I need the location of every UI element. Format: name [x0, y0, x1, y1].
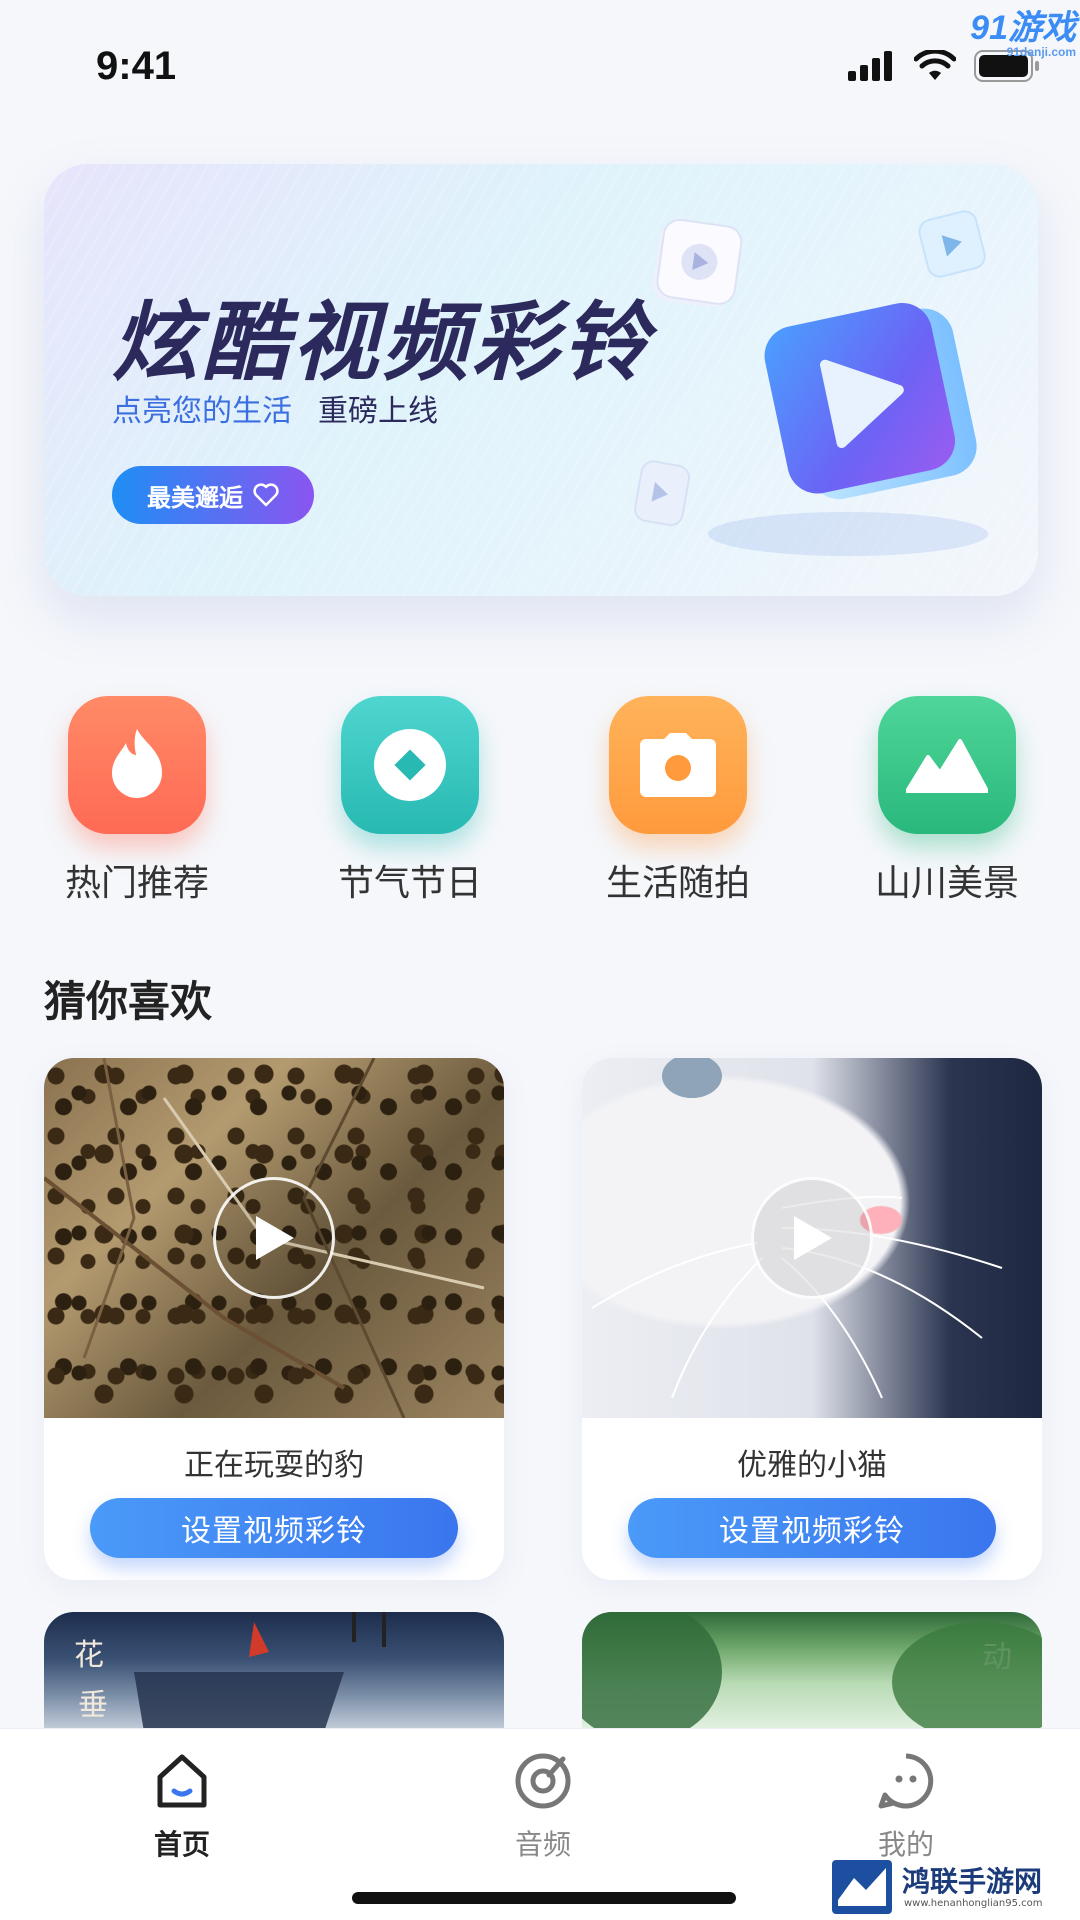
- cellular-signal-icon: [848, 51, 892, 81]
- play-button[interactable]: [213, 1177, 335, 1299]
- tab-audio[interactable]: 音频: [463, 1749, 623, 1863]
- play-button[interactable]: [751, 1177, 873, 1299]
- video-thumbnail[interactable]: [44, 1058, 504, 1418]
- tab-mine[interactable]: 我的: [826, 1749, 986, 1863]
- category-label: 生活随拍: [605, 863, 750, 904]
- video-card-partial[interactable]: 动: [582, 1612, 1042, 1732]
- video-card[interactable]: 正在玩耍的豹 设置视频彩铃: [44, 1058, 504, 1580]
- watermark-top-brand: 91游戏: [970, 9, 1076, 47]
- category-festival[interactable]: 节气节日: [310, 696, 510, 906]
- video-thumbnail[interactable]: [582, 1058, 1042, 1418]
- video-title: 优雅的小猫: [737, 1448, 887, 1483]
- category-label: 热门推荐: [64, 863, 209, 904]
- banner-button[interactable]: 最美邂逅: [112, 466, 314, 524]
- tab-home[interactable]: 首页: [102, 1749, 262, 1863]
- banner-button-label: 最美邂逅: [147, 483, 243, 512]
- tab-label: 音频: [514, 1828, 571, 1861]
- set-ringtone-button[interactable]: 设置视频彩铃: [90, 1498, 458, 1558]
- banner-subtitle: 点亮您的生活 重磅上线: [112, 386, 438, 430]
- wifi-icon: [914, 50, 956, 80]
- audio-icon: [511, 1749, 575, 1813]
- profile-icon: [874, 1749, 938, 1813]
- video-card[interactable]: 优雅的小猫 设置视频彩铃: [582, 1058, 1042, 1580]
- watermark-top-url: 91danji.com: [1006, 45, 1076, 59]
- camera-icon: [609, 696, 747, 834]
- category-label: 山川美景: [874, 863, 1019, 904]
- heart-icon: [253, 483, 279, 507]
- diamond-icon: [341, 696, 479, 834]
- watermark-bottom-brand: 鸿联手游网: [902, 1865, 1043, 1898]
- category-life[interactable]: 生活随拍: [578, 696, 778, 906]
- play-icon: [256, 1216, 294, 1260]
- banner-title: 炫酷视频彩铃: [112, 293, 652, 393]
- flame-icon: [68, 696, 206, 834]
- tab-label: 首页: [153, 1828, 210, 1861]
- status-time: 9:41: [96, 44, 177, 88]
- banner-subtitle-a: 点亮您的生活: [112, 394, 292, 429]
- forest-decoration: [582, 1612, 1042, 1732]
- watermark-bottom-url: www.henanhonglian95.com: [904, 1898, 1043, 1909]
- category-scenery[interactable]: 山川美景: [847, 696, 1047, 906]
- watermark-bottom: 鸿联手游网 www.henanhonglian95.com: [832, 1860, 1072, 1914]
- home-indicator: [352, 1892, 736, 1904]
- ink-painting-decoration: [134, 1612, 386, 1732]
- tab-label: 我的: [877, 1828, 934, 1861]
- video-card-partial[interactable]: 花 垂: [44, 1612, 504, 1732]
- set-ringtone-button[interactable]: 设置视频彩铃: [628, 1498, 996, 1558]
- category-label: 节气节日: [337, 863, 482, 904]
- home-icon: [150, 1749, 214, 1813]
- video-title: 正在玩耍的豹: [184, 1448, 364, 1483]
- video-play-illustration: [634, 210, 988, 556]
- category-hot[interactable]: 热门推荐: [37, 696, 237, 906]
- banner-subtitle-b: 重磅上线: [318, 394, 438, 429]
- mountain-icon: [878, 696, 1016, 834]
- promo-banner[interactable]: 炫酷视频彩铃 点亮您的生活 重磅上线 最美邂逅: [44, 164, 1038, 596]
- watermark-logo-icon: [832, 1860, 892, 1914]
- play-icon: [794, 1216, 832, 1260]
- watermark-top: 91游戏 91danji.com: [970, 0, 1076, 59]
- section-title: 猜你喜欢: [44, 977, 213, 1026]
- category-row: 热门推荐 节气节日 生活随拍 山川美景: [0, 696, 1080, 906]
- status-bar: 9:41 91游戏 91danji.com: [0, 0, 1080, 130]
